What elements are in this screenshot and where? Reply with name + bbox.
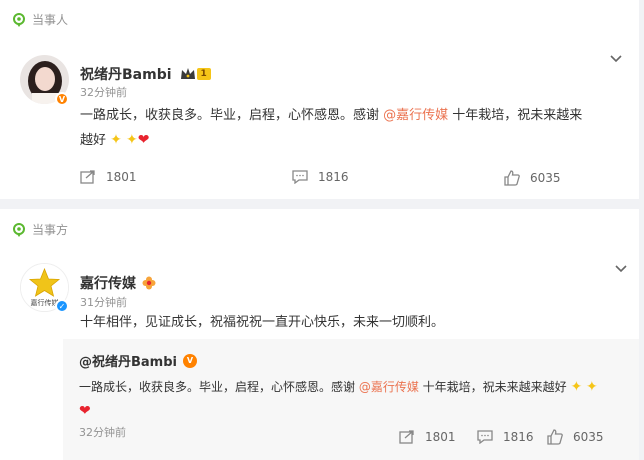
post-text: 一路成长，收获良多。毕业，启程，心怀感恩。感谢 @嘉行传媒 十年栽培，祝未来越来… <box>80 104 620 153</box>
flower-badge-icon <box>142 276 156 290</box>
sparkle-emoji-icon: ✦ <box>570 379 583 395</box>
weibo-post-card: 当事人 V 祝绪丹Bambi 1 32分钟前 一路成长，收获良多。毕业，启程，心… <box>0 0 639 199</box>
share-icon <box>80 170 95 184</box>
repost-count: 1801 <box>106 170 137 184</box>
like-button[interactable]: 6035 <box>547 429 604 445</box>
party-tag-label: 当事人 <box>32 13 69 27</box>
share-icon <box>399 430 414 444</box>
party-tag: 当事人 <box>12 11 68 28</box>
verified-badge-icon: V <box>183 353 197 368</box>
post-text: 十年相伴，见证成长，祝福祝祝一直开心快乐，未来一切顺利。 <box>80 315 445 330</box>
author-name-text: 嘉行传媒 <box>80 276 136 292</box>
comment-button[interactable]: 1816 <box>292 170 349 184</box>
quoted-text-part: 十年栽培，祝未来越来越好 <box>418 380 571 394</box>
verified-badge-icon: V <box>55 92 69 106</box>
comment-icon <box>477 430 493 444</box>
comment-icon <box>292 170 308 184</box>
post-text-part: 十年栽培，祝未来越来 <box>448 108 583 123</box>
verified-badge-icon: ✓ <box>55 299 69 313</box>
quoted-time[interactable]: 32分钟前 <box>79 424 126 440</box>
crown-icon <box>180 67 196 81</box>
location-pin-icon <box>13 222 25 237</box>
quoted-author-name-text: @祝绪丹Bambi <box>79 355 177 370</box>
sparkle-emoji-icon: ✦ <box>110 132 122 148</box>
like-count: 6035 <box>573 430 604 444</box>
quoted-text-part: 一路成长，收获良多。毕业，启程，心怀感恩。感谢 <box>79 380 359 394</box>
party-tag: 当事方 <box>12 221 68 238</box>
author-name[interactable]: 祝绪丹Bambi 1 <box>80 64 211 84</box>
post-time[interactable]: 32分钟前 <box>80 84 127 100</box>
comment-button[interactable]: 1816 <box>477 430 534 444</box>
like-count: 6035 <box>530 171 561 185</box>
repost-count: 1801 <box>425 430 456 444</box>
level-badge: 1 <box>196 68 211 80</box>
sparkle-emoji-icon: ✦ <box>586 379 598 395</box>
sparkle-emoji-icon: ✦ <box>126 132 138 148</box>
repost-button[interactable]: 1801 <box>80 170 137 184</box>
post-text-part: 越好 <box>80 133 111 148</box>
heart-emoji-icon: ❤ <box>79 403 91 419</box>
like-button[interactable]: 6035 <box>504 170 561 186</box>
author-name-text: 祝绪丹Bambi <box>80 67 172 83</box>
quoted-post[interactable]: @祝绪丹Bambi V 一路成长，收获良多。毕业，启程，心怀感恩。感谢 @嘉行传… <box>63 339 639 460</box>
quoted-author-name[interactable]: @祝绪丹Bambi V <box>79 351 197 370</box>
location-pin-icon <box>13 12 25 27</box>
post-time[interactable]: 31分钟前 <box>80 294 127 310</box>
post-text-part: 一路成长，收获良多。毕业，启程，心怀感恩。感谢 <box>80 108 384 123</box>
comment-count: 1816 <box>318 170 349 184</box>
heart-emoji-icon: ❤ <box>137 132 150 148</box>
chevron-down-icon[interactable] <box>614 262 628 276</box>
party-tag-label: 当事方 <box>32 223 69 237</box>
comment-count: 1816 <box>503 430 534 444</box>
repost-button[interactable]: 1801 <box>399 430 456 444</box>
quoted-text: 一路成长，收获良多。毕业，启程，心怀感恩。感谢 @嘉行传媒 十年栽培，祝未来越来… <box>79 375 619 423</box>
author-name[interactable]: 嘉行传媒 <box>80 273 156 293</box>
mention-link[interactable]: @嘉行传媒 <box>359 380 419 394</box>
thumbs-up-icon <box>547 429 563 445</box>
mention-link[interactable]: @嘉行传媒 <box>383 108 448 123</box>
chevron-down-icon[interactable] <box>609 52 623 66</box>
thumbs-up-icon <box>504 170 520 186</box>
